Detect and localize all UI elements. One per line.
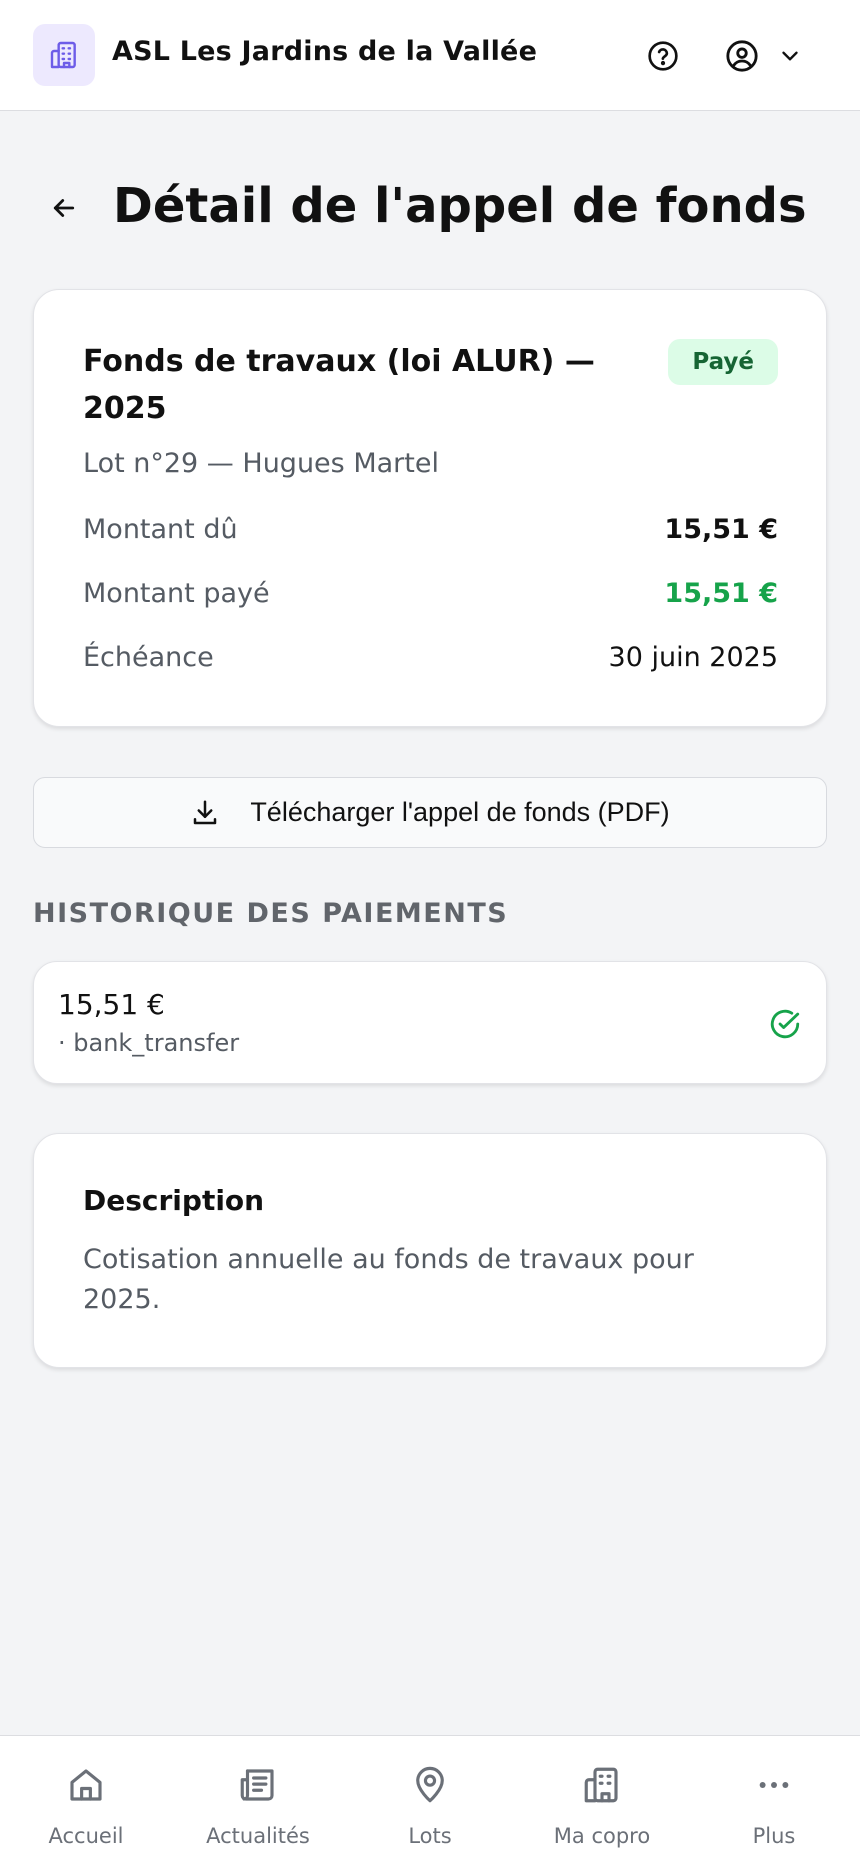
building-icon xyxy=(50,41,76,69)
nav-label-ma-copro: Ma copro xyxy=(553,1824,651,1848)
home-icon xyxy=(70,1769,102,1801)
download-icon xyxy=(194,800,217,824)
app-logo[interactable] xyxy=(33,24,95,86)
help-button[interactable] xyxy=(645,38,681,74)
payment-amount: 15,51 € xyxy=(58,988,165,1021)
nav-item-actualites[interactable]: Actualités xyxy=(172,1736,344,1864)
nav-item-plus[interactable]: Plus xyxy=(688,1736,860,1864)
nav-label-actualites: Actualités xyxy=(206,1824,310,1848)
nav-item-ma-copro[interactable]: Ma copro xyxy=(516,1736,688,1864)
deadline-label: Échéance xyxy=(83,641,214,673)
help-circle-icon xyxy=(648,41,678,71)
status-badge: Payé xyxy=(668,339,778,385)
account-menu-button[interactable] xyxy=(725,36,803,76)
payment-method: · bank_transfer xyxy=(58,1029,240,1057)
nav-label-accueil: Accueil xyxy=(48,1824,124,1848)
deadline-row: Échéance 30 juin 2025 xyxy=(83,637,778,677)
more-horizontal-icon xyxy=(759,1782,789,1788)
back-button[interactable] xyxy=(46,190,82,226)
payment-list-item[interactable]: 15,51 € · bank_transfer xyxy=(33,961,827,1084)
user-circle-icon xyxy=(726,40,758,72)
deadline-value: 30 juin 2025 xyxy=(608,641,778,673)
nav-item-lots[interactable]: Lots xyxy=(344,1736,516,1864)
amount-due-row: Montant dû 15,51 € xyxy=(83,509,778,549)
chevron-down-icon xyxy=(782,51,798,61)
bottom-navigation: Accueil Actualités Lots Ma copro Plus xyxy=(0,1735,860,1864)
amount-due-label: Montant dû xyxy=(83,513,238,545)
amount-paid-label: Montant payé xyxy=(83,577,270,609)
description-text: Cotisation annuelle au fonds de travaux … xyxy=(83,1244,694,1315)
description-title: Description xyxy=(83,1184,265,1217)
payment-history-heading: HISTORIQUE DES PAIEMENTS xyxy=(33,898,509,929)
download-pdf-label: Télécharger l'appel de fonds (PDF) xyxy=(250,797,670,827)
app-title: ASL Les Jardins de la Vallée xyxy=(112,36,538,67)
lot-info: Lot n°29 — Hugues Martel xyxy=(83,448,439,479)
amount-paid-value: 15,51 € xyxy=(664,577,778,609)
nav-label-plus: Plus xyxy=(752,1824,796,1848)
amount-paid-row: Montant payé 15,51 € xyxy=(83,573,778,613)
newspaper-icon xyxy=(240,1769,274,1801)
fund-call-title: Fonds de travaux (loi ALUR) — 2025 xyxy=(83,344,595,426)
download-pdf-button[interactable]: Télécharger l'appel de fonds (PDF) xyxy=(33,777,827,848)
description-card: Description Cotisation annuelle au fonds… xyxy=(33,1133,827,1368)
page-title: Détail de l'appel de fonds xyxy=(113,178,807,234)
nav-item-accueil[interactable]: Accueil xyxy=(0,1736,172,1864)
building-icon xyxy=(584,1767,618,1803)
amount-due-value: 15,51 € xyxy=(664,513,778,545)
arrow-left-icon xyxy=(53,199,75,217)
map-pin-icon xyxy=(416,1766,444,1803)
fund-call-card: Fonds de travaux (loi ALUR) — 2025 Payé … xyxy=(33,289,827,727)
nav-label-lots: Lots xyxy=(408,1824,452,1848)
top-bar: ASL Les Jardins de la Vallée xyxy=(0,0,860,111)
check-circle-icon xyxy=(770,1009,800,1039)
